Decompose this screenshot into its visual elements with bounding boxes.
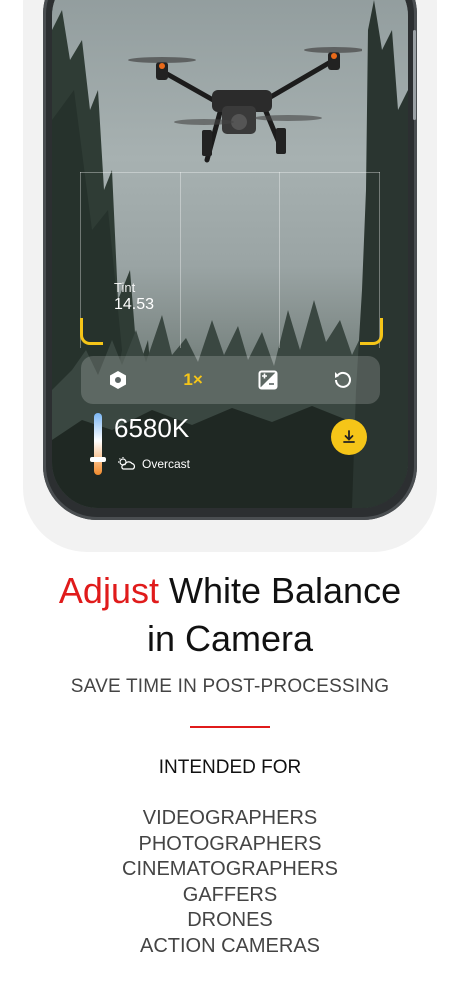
reset-icon [334,371,351,388]
audience-item: PHOTOGRAPHERS [138,832,322,855]
exposure-button[interactable] [248,360,288,400]
tint-value: 14.53 [114,296,155,313]
tint-label: Tint [114,280,136,295]
weather-preset[interactable]: Overcast [118,457,190,471]
audience-item: VIDEOGRAPHERS [142,807,318,829]
audience-item: DRONES [187,909,273,932]
headline-rest: White Balance [158,570,402,611]
audience-list: VIDEOGRAPHERS PHOTOGRAPHERS CINEMATOGRAP… [0,806,460,960]
framing-grid [80,172,380,348]
white-balance-panel: 6580K Overcast [52,405,408,508]
phone-side-button [413,30,416,120]
weather-label: Overcast [142,457,191,471]
audience-item: ACTION CAMERAS [139,934,321,957]
camera-toolbar: 1× [81,356,380,404]
intended-for-heading: INTENDED FOR [158,757,302,778]
drone-image [128,47,362,163]
headline: Adjust White Balance in Camera [0,567,460,663]
download-icon [343,430,355,443]
headline-line2: in Camera [146,618,314,659]
audience-item: GAFFERS [182,883,278,906]
zoom-button[interactable]: 1× [173,360,213,400]
hexagon-icon [110,371,127,389]
temperature-slider[interactable] [94,413,102,475]
cloud-sun-icon [118,457,136,470]
download-button[interactable] [331,419,367,455]
red-divider [190,726,270,728]
temperature-value: 6580K [114,413,190,443]
reset-button[interactable] [323,360,363,400]
focus-bracket-right [360,318,383,345]
subheadline: SAVE TIME IN POST-PROCESSING [70,676,390,697]
temperature-slider-handle[interactable] [90,457,106,462]
focus-bracket-left [80,318,103,345]
camera-viewfinder: Tint 14.53 1× 6580K Overcast [52,0,408,508]
exposure-icon [258,370,278,390]
aperture-button[interactable] [98,360,138,400]
tint-readout: Tint 14.53 [114,280,154,314]
headline-accent: Adjust [58,570,159,611]
audience-item: CINEMATOGRAPHERS [122,858,338,881]
